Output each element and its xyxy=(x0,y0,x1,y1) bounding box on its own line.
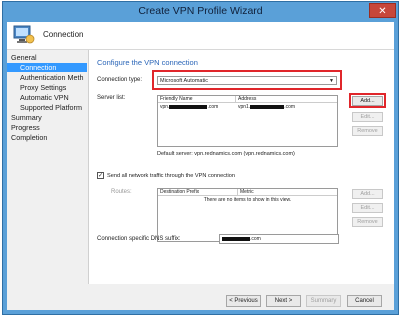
dns-suffix-field[interactable]: .com xyxy=(219,234,339,244)
connection-type-value: Microsoft Automatic xyxy=(160,78,208,84)
page-title: Connection xyxy=(43,30,84,39)
main-panel: Configure the VPN connection Connection … xyxy=(88,50,394,284)
send-all-traffic-checkbox[interactable]: ✓ xyxy=(97,172,104,179)
nav-item-automatic-vpn[interactable]: Automatic VPN xyxy=(20,93,69,102)
send-all-traffic-label: Send all network traffic through the VPN… xyxy=(107,173,236,179)
chevron-down-icon: ▼ xyxy=(329,78,334,84)
dns-suffix-value: .com xyxy=(250,236,261,242)
routes-empty-message: There are no items to show in this view. xyxy=(203,197,292,203)
computer-icon xyxy=(13,25,35,45)
nav-item-connection[interactable]: Connection xyxy=(7,63,87,72)
summary-button[interactable]: Summary xyxy=(306,295,341,307)
previous-button[interactable]: < Previous xyxy=(226,295,261,307)
close-button[interactable]: ✕ xyxy=(369,3,396,18)
column-header-friendly-name[interactable]: Friendly Name xyxy=(158,96,236,103)
edit-route-button[interactable]: Edit... xyxy=(352,203,383,213)
wizard-nav: General Connection Authentication Meth P… xyxy=(7,50,87,310)
cancel-button[interactable]: Cancel xyxy=(347,295,382,307)
next-button[interactable]: Next > xyxy=(266,295,301,307)
nav-item-proxy[interactable]: Proxy Settings xyxy=(20,83,66,92)
nav-item-general[interactable]: General xyxy=(11,53,37,62)
default-server-text: Default server: vpn.rednamics.com (vpn.r… xyxy=(157,151,295,157)
remove-server-button[interactable]: Remove xyxy=(352,126,383,136)
column-header-destination-prefix[interactable]: Destination Prefix xyxy=(158,189,238,196)
dns-suffix-label: Connection specific DNS suffix: xyxy=(97,236,181,242)
title-bar: Create VPN Profile Wizard ✕ xyxy=(3,2,398,22)
wizard-header: Connection xyxy=(7,22,394,50)
window-title: Create VPN Profile Wizard xyxy=(138,5,263,17)
edit-server-button[interactable]: Edit... xyxy=(352,112,383,122)
column-header-metric[interactable]: Metric xyxy=(238,189,337,196)
nav-item-progress[interactable]: Progress xyxy=(11,123,40,132)
server-address-prefix: vpn1. xyxy=(238,104,251,110)
connection-type-label: Connection type: xyxy=(97,77,143,83)
nav-item-authentication[interactable]: Authentication Meth xyxy=(20,73,87,82)
server-name-prefix: vpn. xyxy=(160,104,170,110)
add-server-button[interactable]: Add... xyxy=(352,96,383,106)
server-list-label: Server list: xyxy=(97,95,126,101)
remove-route-button[interactable]: Remove xyxy=(352,217,383,227)
server-address-suffix: .com xyxy=(284,104,296,110)
column-header-address[interactable]: Address xyxy=(236,96,337,103)
redaction-mask xyxy=(250,104,285,109)
wizard-client: Connection General Connection Authentica… xyxy=(7,22,394,310)
section-title: Configure the VPN connection xyxy=(97,58,198,67)
redaction-mask xyxy=(222,236,250,241)
nav-item-supported-platforms[interactable]: Supported Platform xyxy=(20,103,87,112)
add-route-button[interactable]: Add... xyxy=(352,189,383,199)
server-row-address[interactable]: vpn1. .com xyxy=(236,104,295,111)
server-name-suffix: .com xyxy=(207,104,219,110)
redaction-mask xyxy=(169,104,208,109)
wizard-window: Create VPN Profile Wizard ✕ Connection G… xyxy=(2,1,399,315)
server-list[interactable]: Friendly Name Address vpn. .com vpn1. .com xyxy=(157,95,338,147)
connection-type-select[interactable]: Microsoft Automatic ▼ xyxy=(157,76,337,85)
routes-label: Routes: xyxy=(111,189,132,195)
nav-item-completion[interactable]: Completion xyxy=(11,133,47,142)
nav-item-summary[interactable]: Summary xyxy=(11,113,42,122)
server-row-name[interactable]: vpn. .com xyxy=(158,104,218,111)
